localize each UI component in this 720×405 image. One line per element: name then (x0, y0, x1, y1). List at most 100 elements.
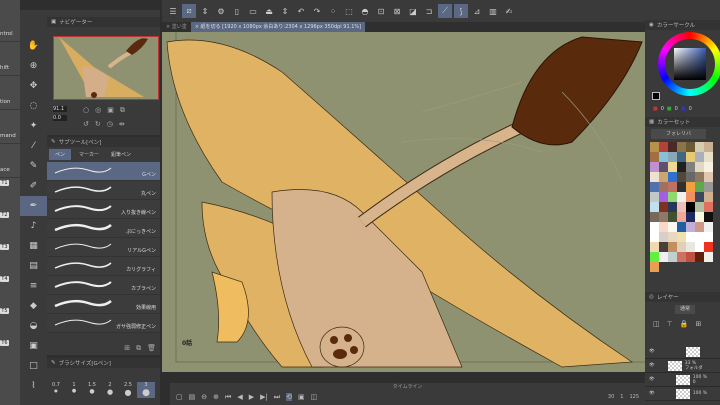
frame-rate[interactable]: 30 (608, 394, 614, 400)
brush-icon[interactable]: ✒ (20, 196, 47, 216)
color-swatch[interactable] (668, 172, 677, 182)
brush-item[interactable]: ガサ強弱修正ペン (47, 314, 160, 333)
color-swatch[interactable] (677, 182, 686, 192)
invert-selection-icon[interactable]: ⬚ (342, 4, 356, 18)
lock-icon[interactable]: 🔒 (680, 320, 689, 328)
layer-row[interactable]: 👁 100 % (645, 387, 720, 401)
angle-value[interactable]: 0.0 (53, 115, 67, 121)
color-swatch[interactable] (695, 182, 704, 192)
add-subtool-icon[interactable]: ⊞ (124, 344, 130, 353)
flip-icon[interactable]: ⧉ (120, 106, 125, 115)
move-icon[interactable]: ✥ (20, 76, 47, 96)
tab-pen[interactable]: ペン (49, 149, 72, 160)
rotate-right-icon[interactable]: ↻ (95, 120, 101, 128)
delete-subtool-icon[interactable]: 🗑 (147, 344, 156, 353)
color-swatch[interactable] (659, 212, 668, 222)
new-file-icon[interactable]: ▯ (230, 4, 244, 18)
mask-icon[interactable]: ⊞ (695, 320, 701, 328)
color-swatch[interactable] (677, 172, 686, 182)
color-swatch[interactable] (650, 172, 659, 182)
pen-icon[interactable]: ✎ (20, 156, 47, 176)
rotate-left-icon[interactable]: ↺ (83, 120, 89, 128)
color-swatch[interactable] (704, 232, 713, 242)
color-swatch[interactable] (659, 192, 668, 202)
t2-button[interactable]: T2 (0, 212, 9, 218)
play-icon[interactable]: ▶ (249, 393, 254, 401)
color-swatch[interactable] (686, 202, 695, 212)
canvas-mode-icon[interactable]: ⧄ (182, 4, 196, 18)
color-swatch[interactable] (686, 232, 695, 242)
color-swatch[interactable] (695, 142, 704, 152)
updown-icon[interactable]: ⇕ (278, 4, 292, 18)
brush-size-option[interactable]: 3 ● (137, 382, 155, 398)
color-set-select[interactable]: フォレリバ (651, 129, 706, 139)
color-swatch[interactable] (686, 152, 695, 162)
color-swatch[interactable] (659, 172, 668, 182)
frame-icon[interactable]: ▤ (20, 256, 47, 276)
edit-icon[interactable]: ✍ (502, 4, 516, 18)
color-swatch[interactable] (659, 252, 668, 262)
t5-button[interactable]: T5 (0, 308, 9, 314)
command-item[interactable]: mand (0, 110, 20, 144)
lasso-icon[interactable]: ◌ (20, 96, 47, 116)
color-swatch[interactable] (650, 192, 659, 202)
brush-item[interactable]: 入り抜き線ペン (47, 200, 160, 219)
snap-grid-icon[interactable]: ⊿ (470, 4, 484, 18)
last-frame-icon[interactable]: ⏭ (274, 393, 280, 402)
blend-mode-select[interactable]: 通常 (675, 305, 695, 314)
crop-icon[interactable]: ⊐ (422, 4, 436, 18)
hue-ring[interactable] (658, 32, 720, 96)
current-frame[interactable]: 1 (620, 394, 623, 400)
color-swatch[interactable] (650, 202, 659, 212)
color-swatch[interactable] (668, 182, 677, 192)
color-swatch[interactable] (668, 232, 677, 242)
color-swatch[interactable] (695, 172, 704, 182)
color-swatch[interactable] (695, 242, 704, 252)
color-swatch[interactable] (650, 262, 659, 272)
color-swatch[interactable] (704, 212, 713, 222)
color-swatch[interactable] (686, 242, 695, 252)
layer-row[interactable]: 👁 (645, 345, 720, 359)
transform-icon[interactable]: ⊡ (374, 4, 388, 18)
brush-size-option[interactable]: 0.7 ● (47, 382, 65, 398)
actual-size-icon[interactable]: ▣ (107, 106, 114, 115)
command-item[interactable]: ntrol (0, 8, 20, 42)
loop-icon[interactable]: ⟲ (286, 393, 293, 401)
fill-icon[interactable]: ◒ (20, 316, 47, 336)
fill-icon[interactable]: ◓ (358, 4, 372, 18)
color-swatch[interactable] (659, 162, 668, 172)
color-swatch[interactable] (695, 252, 704, 262)
color-swatch[interactable] (659, 182, 668, 192)
ruler-icon[interactable]: ≡ (20, 276, 47, 296)
gradient-icon[interactable]: ▣ (20, 336, 47, 356)
red-value[interactable]: 0 (661, 106, 664, 112)
color-swatch[interactable] (677, 212, 686, 222)
color-swatch[interactable] (659, 232, 668, 242)
zoom-in-icon[interactable]: ⊕ (213, 393, 219, 401)
color-swatch[interactable] (686, 212, 695, 222)
layer-row[interactable]: 👁 100 % 0 (645, 373, 720, 387)
brush-item[interactable]: 丸ペン (47, 181, 160, 200)
color-swatch[interactable] (686, 192, 695, 202)
t4-button[interactable]: T4 (0, 276, 9, 282)
open-folder-icon[interactable]: ▭ (246, 4, 260, 18)
color-swatch[interactable] (668, 162, 677, 172)
brush-size-option[interactable]: 1.5 ● (83, 382, 101, 398)
color-swatch[interactable] (677, 202, 686, 212)
eye-icon[interactable]: 👁 (649, 377, 655, 382)
color-swatch[interactable] (704, 192, 713, 202)
updown-icon[interactable]: ⇕ (198, 4, 212, 18)
brush-item[interactable]: Gペン (47, 162, 160, 181)
color-swatch[interactable] (650, 182, 659, 192)
color-swatch[interactable] (695, 212, 704, 222)
tab-document[interactable]: × 塗い塗 (162, 22, 191, 32)
color-swatch[interactable] (704, 252, 713, 262)
color-swatch[interactable] (677, 192, 686, 202)
eraser-icon[interactable]: ◆ (20, 296, 47, 316)
color-swatch[interactable] (686, 252, 695, 262)
color-swatch[interactable] (650, 242, 659, 252)
color-swatch[interactable] (659, 242, 668, 252)
color-swatch[interactable] (686, 182, 695, 192)
brush-item[interactable]: カブラペン (47, 276, 160, 295)
tab-marker[interactable]: マーカー (73, 149, 105, 160)
